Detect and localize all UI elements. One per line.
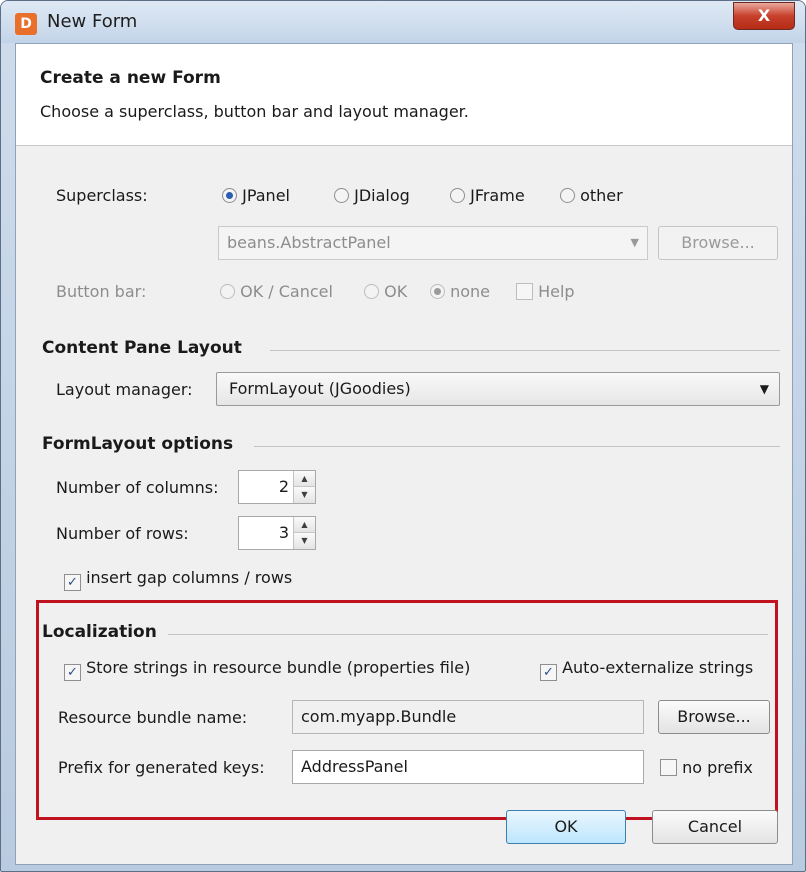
radio-ok-cancel[interactable]: OK / Cancel bbox=[220, 282, 333, 301]
radio-ok-cancel-label: OK / Cancel bbox=[240, 282, 333, 301]
radio-icon bbox=[430, 284, 445, 299]
cancel-button[interactable]: Cancel bbox=[652, 810, 778, 844]
content-pane-section-title: Content Pane Layout bbox=[42, 338, 242, 358]
ok-button[interactable]: OK bbox=[506, 810, 626, 844]
header-title: Create a new Form bbox=[40, 68, 221, 88]
new-form-dialog: D New Form X Create a new Form Choose a … bbox=[0, 0, 806, 872]
header-description: Choose a superclass, button bar and layo… bbox=[40, 102, 469, 121]
button-bar-label: Button bar: bbox=[56, 282, 147, 301]
radio-none[interactable]: none bbox=[430, 282, 490, 301]
radio-ok-label: OK bbox=[384, 282, 408, 301]
gap-checkbox[interactable]: ✓ insert gap columns / rows bbox=[64, 568, 292, 591]
no-prefix-label: no prefix bbox=[682, 758, 753, 777]
radio-ok[interactable]: OK bbox=[364, 282, 407, 301]
superclass-label: Superclass: bbox=[56, 186, 148, 205]
columns-value: 2 bbox=[278, 477, 289, 496]
radio-jpanel[interactable]: JPanel bbox=[222, 186, 290, 205]
checkbox-icon bbox=[660, 759, 677, 776]
formlayout-section-title: FormLayout options bbox=[42, 434, 234, 454]
dialog-client-area: Create a new Form Choose a superclass, b… bbox=[15, 43, 793, 865]
radio-none-label: none bbox=[450, 282, 491, 301]
bundle-name-field[interactable]: com.myapp.Bundle bbox=[292, 700, 644, 734]
localization-section-title: Localization bbox=[42, 622, 157, 642]
radio-jdialog-label: JDialog bbox=[354, 186, 410, 205]
radio-jframe-label: JFrame bbox=[470, 186, 525, 205]
spinner-buttons: ▲ ▼ bbox=[293, 517, 315, 549]
superclass-browse-button[interactable]: Browse... bbox=[658, 226, 778, 260]
bundle-name-value: com.myapp.Bundle bbox=[301, 707, 457, 726]
prefix-field[interactable]: AddressPanel bbox=[292, 750, 644, 784]
auto-externalize-checkbox[interactable]: ✓ Auto-externalize strings bbox=[540, 658, 753, 681]
prefix-label: Prefix for generated keys: bbox=[58, 758, 265, 777]
radio-jpanel-label: JPanel bbox=[242, 186, 290, 205]
spin-down-icon[interactable]: ▼ bbox=[294, 533, 315, 549]
bundle-name-label: Resource bundle name: bbox=[58, 708, 248, 727]
layout-manager-value: FormLayout (JGoodies) bbox=[229, 379, 411, 398]
store-strings-checkbox[interactable]: ✓ Store strings in resource bundle (prop… bbox=[64, 658, 470, 681]
radio-icon bbox=[220, 284, 235, 299]
spinner-buttons: ▲ ▼ bbox=[293, 471, 315, 503]
help-checkbox[interactable]: Help bbox=[516, 282, 575, 301]
radio-jdialog[interactable]: JDialog bbox=[334, 186, 410, 205]
layout-manager-label: Layout manager: bbox=[56, 380, 193, 399]
close-button[interactable]: X bbox=[733, 2, 795, 30]
spin-up-icon[interactable]: ▲ bbox=[294, 471, 315, 487]
radio-other[interactable]: other bbox=[560, 186, 623, 205]
no-prefix-checkbox[interactable]: no prefix bbox=[660, 758, 753, 777]
chevron-down-icon: ▼ bbox=[759, 382, 769, 396]
title-bar: D New Form X bbox=[1, 1, 805, 43]
chevron-down-icon: ▼ bbox=[630, 236, 639, 249]
rows-spinner[interactable]: 3 ▲ ▼ bbox=[238, 516, 316, 550]
columns-spinner[interactable]: 2 ▲ ▼ bbox=[238, 470, 316, 504]
help-checkbox-label: Help bbox=[538, 282, 575, 301]
auto-externalize-label: Auto-externalize strings bbox=[562, 658, 754, 677]
section-divider bbox=[168, 634, 768, 635]
bundle-browse-button[interactable]: Browse... bbox=[658, 700, 770, 734]
section-divider bbox=[270, 350, 780, 351]
checkmark-icon: ✓ bbox=[64, 574, 81, 591]
radio-jframe[interactable]: JFrame bbox=[450, 186, 525, 205]
radio-icon bbox=[334, 188, 349, 203]
checkbox-icon bbox=[516, 283, 533, 300]
spin-up-icon[interactable]: ▲ bbox=[294, 517, 315, 533]
layout-manager-combo[interactable]: FormLayout (JGoodies) ▼ bbox=[216, 372, 780, 406]
formdev-icon: D bbox=[15, 13, 37, 35]
section-divider bbox=[254, 446, 780, 447]
gap-checkbox-label: insert gap columns / rows bbox=[86, 568, 293, 587]
columns-label: Number of columns: bbox=[56, 478, 219, 497]
spin-down-icon[interactable]: ▼ bbox=[294, 487, 315, 503]
rows-label: Number of rows: bbox=[56, 524, 189, 543]
checkmark-icon: ✓ bbox=[64, 664, 81, 681]
prefix-value: AddressPanel bbox=[301, 757, 408, 776]
radio-icon bbox=[450, 188, 465, 203]
checkmark-icon: ✓ bbox=[540, 664, 557, 681]
radio-icon bbox=[560, 188, 575, 203]
superclass-combo[interactable]: beans.AbstractPanel ▼ bbox=[218, 226, 648, 260]
dialog-header: Create a new Form Choose a superclass, b… bbox=[16, 44, 792, 146]
store-strings-label: Store strings in resource bundle (proper… bbox=[86, 658, 471, 677]
rows-value: 3 bbox=[278, 523, 289, 542]
radio-icon bbox=[222, 188, 237, 203]
radio-icon bbox=[364, 284, 379, 299]
radio-other-label: other bbox=[580, 186, 623, 205]
superclass-combo-value: beans.AbstractPanel bbox=[227, 233, 391, 252]
window-title: New Form bbox=[47, 11, 138, 32]
